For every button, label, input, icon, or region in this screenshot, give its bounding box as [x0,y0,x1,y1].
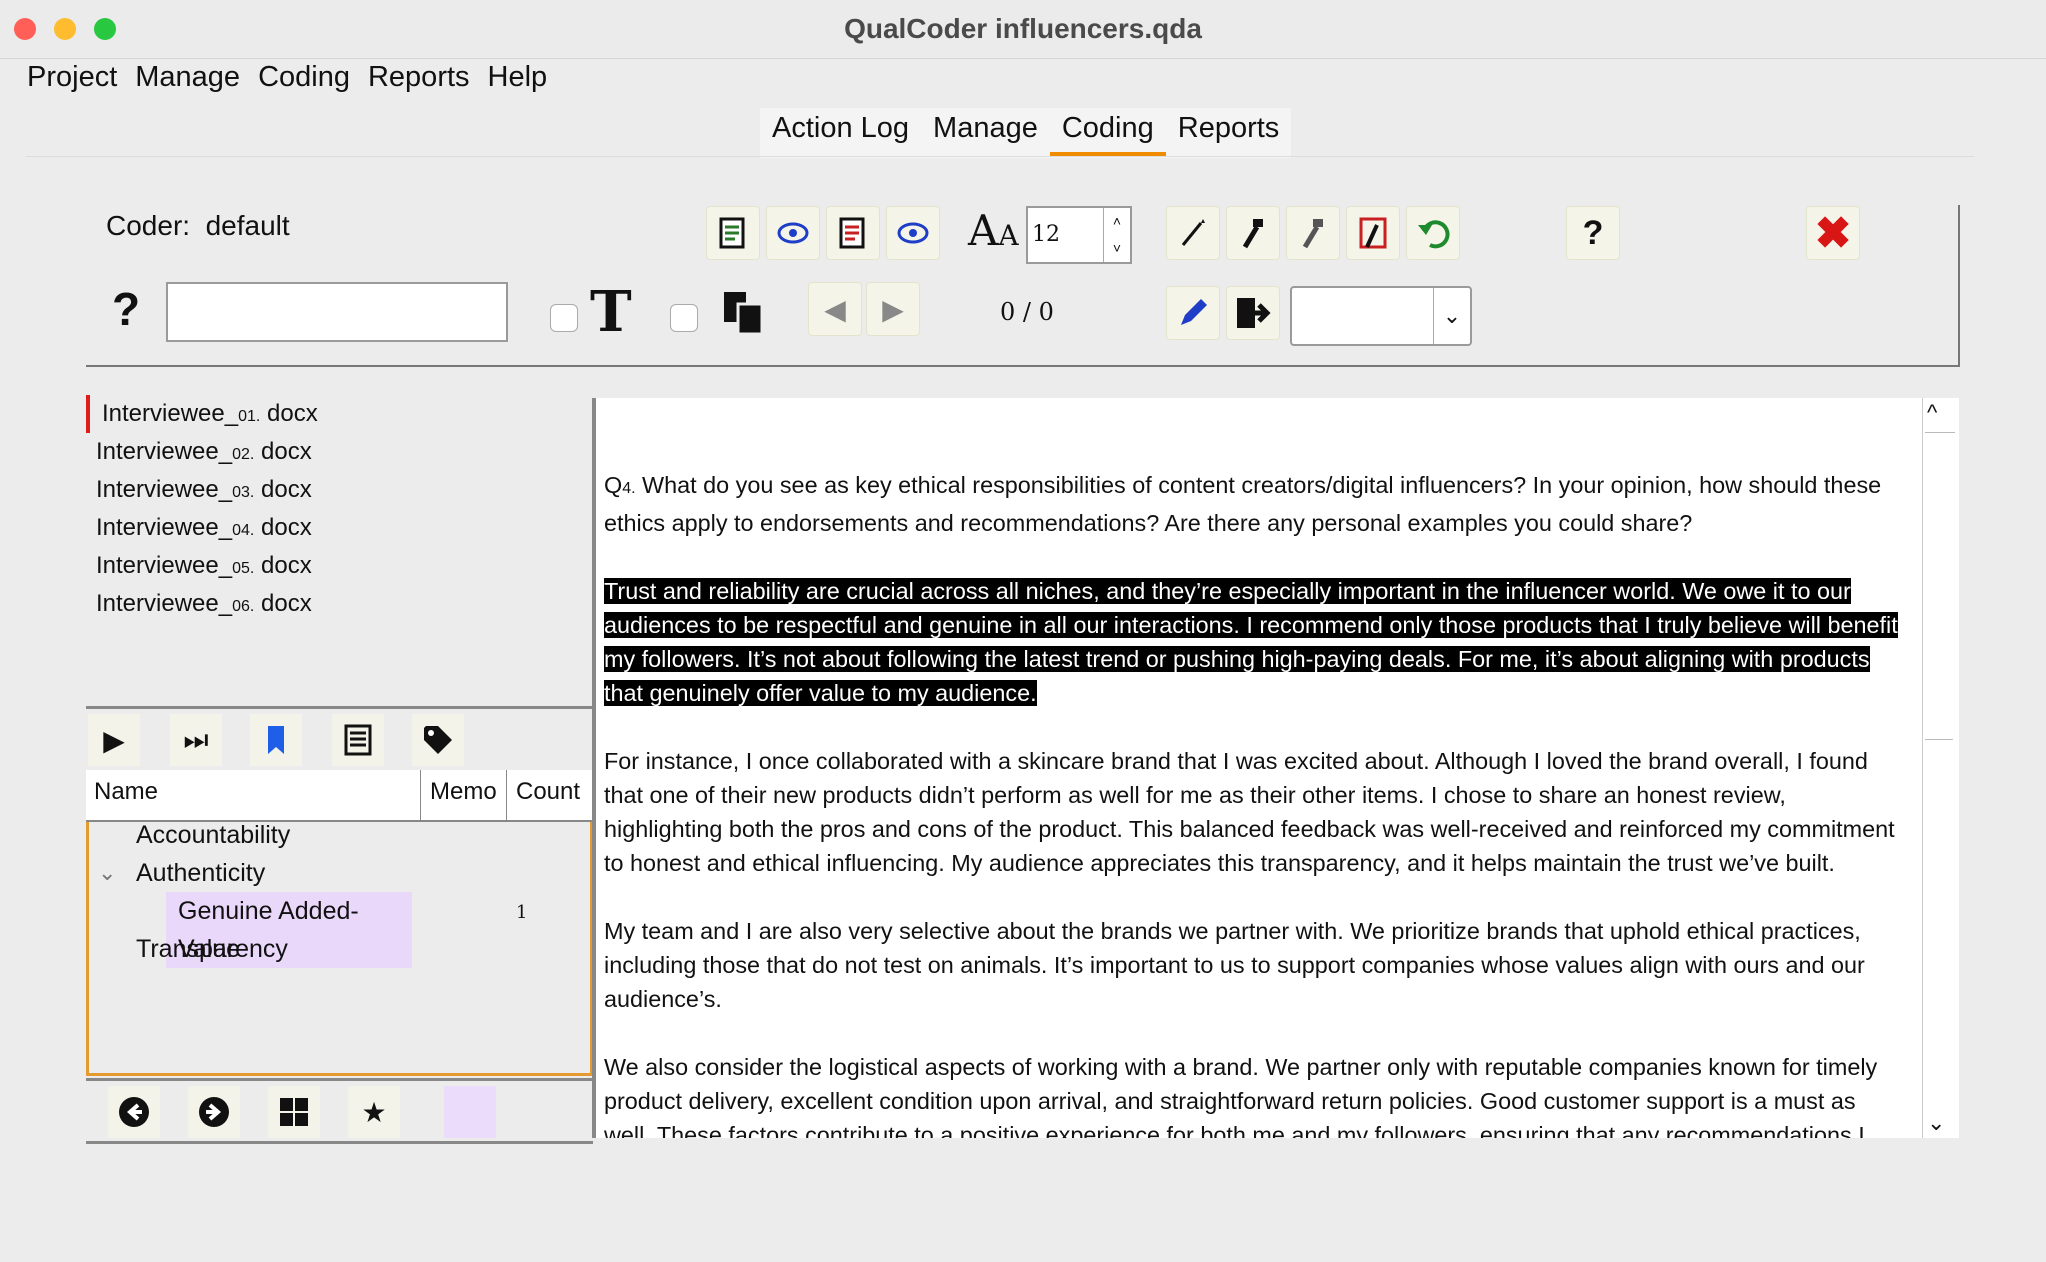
list-item[interactable]: Interviewee_02. docx [86,433,591,471]
coder-name: default [205,210,290,241]
scroll-track[interactable] [1925,432,1955,1135]
search-input[interactable] [166,282,508,342]
dropdown-select[interactable]: ⌄ [1290,286,1472,346]
play-icon[interactable]: ▶ [88,714,140,766]
paragraph-3: My team and I are also very selective ab… [604,918,1865,1012]
mark-icon[interactable] [1226,206,1280,260]
paragraph-2: For instance, I once collaborated with a… [604,748,1895,876]
list-item[interactable]: Interviewee_06. docx [86,585,591,623]
column-memo-header[interactable]: Memo [430,770,497,814]
column-divider [506,770,507,820]
tab-coding[interactable]: Coding [1049,108,1166,156]
font-size-value: 12 [1032,222,1060,247]
list-item[interactable]: Interviewee_04. docx [86,509,591,547]
coded-paragraph[interactable]: Trust and reliability are crucial across… [604,574,1904,710]
view-next-icon[interactable] [886,206,940,260]
menu-reports[interactable]: Reports [359,58,479,96]
all-files-checkbox[interactable] [670,304,698,332]
question-paragraph: Q4. What do you see as key ethical respo… [604,472,1882,536]
copy-files-icon[interactable] [720,290,768,341]
code-count: 1 [516,902,528,923]
window-title: QualCoder influencers.qda [844,13,1202,44]
arrow-left-icon[interactable] [108,1086,160,1138]
bookmark-icon[interactable] [250,714,302,766]
font-size-icon: AA [968,206,1019,255]
menu-manage[interactable]: Manage [126,58,249,96]
tree-row-authenticity[interactable]: Authenticity [136,854,265,892]
case-sensitive-checkbox[interactable] [550,304,578,332]
match-counter: 0 / 0 [1000,298,1054,326]
close-tab-button[interactable]: ✖ [1806,206,1860,260]
title-bar: QualCoder influencers.qda [0,0,2046,59]
tab-divider [26,156,1974,157]
code-color-swatch[interactable] [444,1086,496,1138]
list-item[interactable]: Interviewee_01. docx [86,395,591,433]
scroll-down-icon[interactable]: ⌄ [1927,1110,1945,1136]
code-tree-bottom-bar: ★ [86,1078,593,1144]
code-tree-header: Name Memo Count [86,770,593,822]
column-divider [420,770,421,820]
arrow-right-icon[interactable] [188,1086,240,1138]
next-match-button[interactable]: ▶ [866,282,920,336]
document-text-pane[interactable]: Q4. What do you see as key ethical respo… [596,398,1922,1138]
help-button[interactable]: ? [1566,206,1620,260]
menu-help[interactable]: Help [479,58,557,96]
column-name-header[interactable]: Name [94,770,158,814]
list-item[interactable]: Interviewee_03. docx [86,471,591,509]
annotate-prev-icon[interactable] [706,206,760,260]
grid-icon[interactable] [268,1086,320,1138]
menu-coding[interactable]: Coding [249,58,359,96]
star-icon[interactable]: ★ [348,1086,400,1138]
view-prev-icon[interactable] [766,206,820,260]
tree-row-transparency[interactable]: Transparency [136,930,288,968]
unmark-icon[interactable] [1286,206,1340,260]
coder-label: Coder: default [106,210,290,242]
menu-project[interactable]: Project [18,58,126,96]
highlight-wand-icon[interactable] [1166,206,1220,260]
text-search-icon: T [590,279,632,345]
tab-reports[interactable]: Reports [1166,108,1292,156]
font-size-spinbox[interactable]: 12 ˄ ˅ [1026,206,1132,264]
list-item[interactable]: Interviewee_05. docx [86,547,591,585]
skip-next-icon[interactable]: ⏭ [170,714,222,766]
document-scrollbar[interactable]: ^ ⌄ [1922,398,1959,1138]
chevron-down-icon: ⌄ [1433,288,1470,344]
menu-bar: Project Manage Coding Reports Help [18,58,556,96]
column-count-header[interactable]: Count [516,770,580,814]
font-size-stepper[interactable]: ˄ ˅ [1103,208,1130,262]
tab-manage[interactable]: Manage [921,108,1050,156]
code-tree-body: Accountability ⌄ Authenticity Genuine Ad… [86,816,593,1076]
code-tree-toolbar: ▶ ⏭ [86,706,593,774]
main-tabs: Action Log Manage Coding Reports [760,108,1292,158]
tab-action-log[interactable]: Action Log [760,108,921,156]
tree-row-accountability[interactable]: Accountability [136,816,290,854]
coded-text-highlight[interactable]: Trust and reliability are crucial across… [604,578,1898,706]
prev-match-button[interactable]: ◀ [808,282,862,336]
paragraph-4: We also consider the logistical aspects … [604,1054,1878,1138]
tag-icon[interactable] [412,714,464,766]
scroll-thumb[interactable] [1925,433,1953,740]
search-help-icon[interactable]: ? [112,282,140,336]
edit-pencil-icon[interactable] [1166,286,1220,340]
chevron-down-icon[interactable]: ⌄ [98,854,116,892]
file-list: Interviewee_01. docx Interviewee_02. doc… [86,395,591,705]
coder-label-text: Coder: [106,210,191,241]
remove-code-icon[interactable] [1346,206,1400,260]
scroll-up-icon[interactable]: ^ [1927,400,1937,426]
export-icon[interactable] [1226,286,1280,340]
memo-list-icon[interactable] [332,714,384,766]
annotate-next-icon[interactable] [826,206,880,260]
undo-icon[interactable] [1406,206,1460,260]
